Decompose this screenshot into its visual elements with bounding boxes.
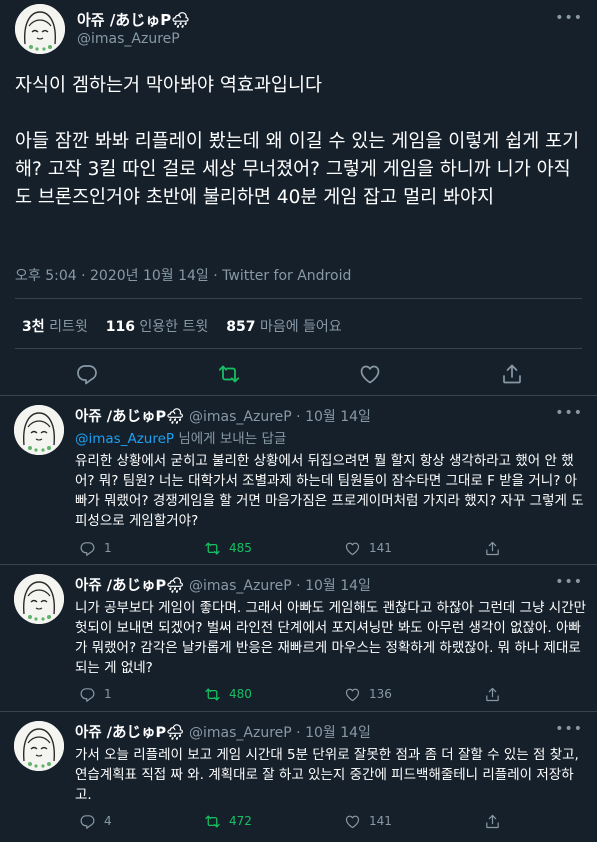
author-handle[interactable]: @imas_AzureP [189, 409, 292, 425]
retweets-stat[interactable]: 3천 리트윗 [22, 319, 88, 335]
author-name[interactable]: 아쥬 /あじゅP🌧 [75, 578, 185, 594]
like-icon [344, 540, 361, 557]
more-options-icon[interactable]: ••• [555, 574, 583, 590]
reply-tweet[interactable]: 아쥬 /あじゅP🌧 @imas_AzureP · 10월 14일 ••• 가서 … [0, 713, 597, 842]
reply-header: 아쥬 /あじゅP🌧 @imas_AzureP · 10월 14일 [75, 725, 371, 741]
like-count: 136 [369, 687, 392, 701]
tweet-stats: 3천 리트윗 116 인용한 트윗 857 마음에 들어요 [22, 316, 342, 336]
author-handle[interactable]: @imas_AzureP [189, 578, 292, 594]
reply-icon [79, 540, 96, 557]
share-action[interactable] [484, 811, 501, 831]
retweet-action[interactable]: 480 [204, 684, 252, 704]
reply-actions: 1 485 141 [0, 538, 597, 558]
avatar[interactable] [14, 405, 64, 455]
replying-to-handle[interactable]: @imas_AzureP [75, 431, 174, 447]
retweet-icon [204, 813, 221, 830]
like-icon[interactable] [358, 362, 382, 386]
avatar-image [14, 721, 64, 771]
share-action[interactable] [484, 538, 501, 558]
reply-actions: 1 480 136 [0, 684, 597, 704]
reply-tweet[interactable]: 아쥬 /あじゅP🌧 @imas_AzureP · 10월 14일 ••• 니가 … [0, 566, 597, 712]
replying-to: @imas_AzureP 님에게 보내는 답글 [75, 431, 287, 447]
author-name[interactable]: 아쥬 /あじゅP🌧 [75, 409, 185, 425]
avatar-image [15, 4, 65, 54]
avatar[interactable] [14, 721, 64, 771]
avatar[interactable] [15, 4, 65, 54]
author-name[interactable]: 아쥬 /あじゅP🌧 [77, 9, 190, 30]
reply-text: 유리한 상황에서 굳히고 불리한 상황에서 뒤집으려면 뭘 할지 항상 생각하라… [75, 453, 584, 529]
like-action[interactable]: 141 [344, 538, 392, 558]
tweet-text: 자식이 겜하는거 막아봐야 역효과입니다 아들 잠깐 봐봐 리플레이 봤는데 왜… [15, 75, 580, 208]
tweet-date[interactable]: 10월 14일 [305, 725, 371, 741]
main-tweet: 아쥬 /あじゅP🌧 @imas_AzureP ••• 자식이 겜하는거 막아봐야… [0, 0, 597, 396]
retweet-icon[interactable] [217, 362, 241, 386]
author-name[interactable]: 아쥬 /あじゅP🌧 [75, 725, 185, 741]
reply-actions: 4 472 141 [0, 811, 597, 831]
likes-stat[interactable]: 857 마음에 들어요 [226, 319, 341, 335]
like-count: 141 [369, 541, 392, 555]
retweet-count: 485 [229, 541, 252, 555]
reply-count: 1 [104, 541, 112, 555]
share-icon[interactable] [500, 362, 524, 386]
reply-icon [79, 686, 96, 703]
reply-action[interactable]: 4 [79, 811, 112, 831]
share-icon [484, 540, 501, 557]
more-options-icon[interactable]: ••• [555, 10, 583, 26]
share-action[interactable] [484, 684, 501, 704]
quotes-stat[interactable]: 116 인용한 트윗 [106, 319, 209, 335]
divider [15, 298, 582, 299]
author-handle[interactable]: @imas_AzureP [77, 31, 180, 47]
reply-action[interactable]: 1 [79, 538, 112, 558]
retweet-count: 472 [229, 814, 252, 828]
author-handle[interactable]: @imas_AzureP [189, 725, 292, 741]
like-action[interactable]: 136 [344, 684, 392, 704]
retweet-count: 480 [229, 687, 252, 701]
like-icon [344, 686, 361, 703]
like-action[interactable]: 141 [344, 811, 392, 831]
like-icon [344, 813, 361, 830]
reply-text: 가서 오늘 리플레이 보고 게임 시간대 5분 단위로 잘못한 점과 좀 더 잘… [75, 747, 584, 803]
avatar-image [14, 405, 64, 455]
reply-icon[interactable] [75, 362, 99, 386]
share-icon [484, 686, 501, 703]
avatar-image [14, 574, 64, 624]
tweet-actions [0, 362, 597, 386]
reply-tweet[interactable]: 아쥬 /あじゅP🌧 @imas_AzureP · 10월 14일 ••• @im… [0, 397, 597, 565]
like-count: 141 [369, 814, 392, 828]
avatar[interactable] [14, 574, 64, 624]
divider [15, 348, 582, 349]
more-options-icon[interactable]: ••• [555, 405, 583, 421]
reply-action[interactable]: 1 [79, 684, 112, 704]
reply-icon [79, 813, 96, 830]
retweet-action[interactable]: 472 [204, 811, 252, 831]
retweet-icon [204, 540, 221, 557]
tweet-date[interactable]: 10월 14일 [305, 409, 371, 425]
reply-header: 아쥬 /あじゅP🌧 @imas_AzureP · 10월 14일 [75, 409, 371, 425]
share-icon [484, 813, 501, 830]
reply-text: 니가 공부보다 게임이 좋다며. 그래서 아빠도 게임해도 괜찮다고 하잖아 그… [75, 600, 591, 676]
tweet-date[interactable]: 10월 14일 [305, 578, 371, 594]
more-options-icon[interactable]: ••• [555, 721, 583, 737]
retweet-action[interactable]: 485 [204, 538, 252, 558]
reply-count: 4 [104, 814, 112, 828]
reply-count: 1 [104, 687, 112, 701]
tweet-meta[interactable]: 오후 5:04 · 2020년 10월 14일 · Twitter for An… [15, 265, 351, 285]
reply-header: 아쥬 /あじゅP🌧 @imas_AzureP · 10월 14일 [75, 578, 371, 594]
retweet-icon [204, 686, 221, 703]
